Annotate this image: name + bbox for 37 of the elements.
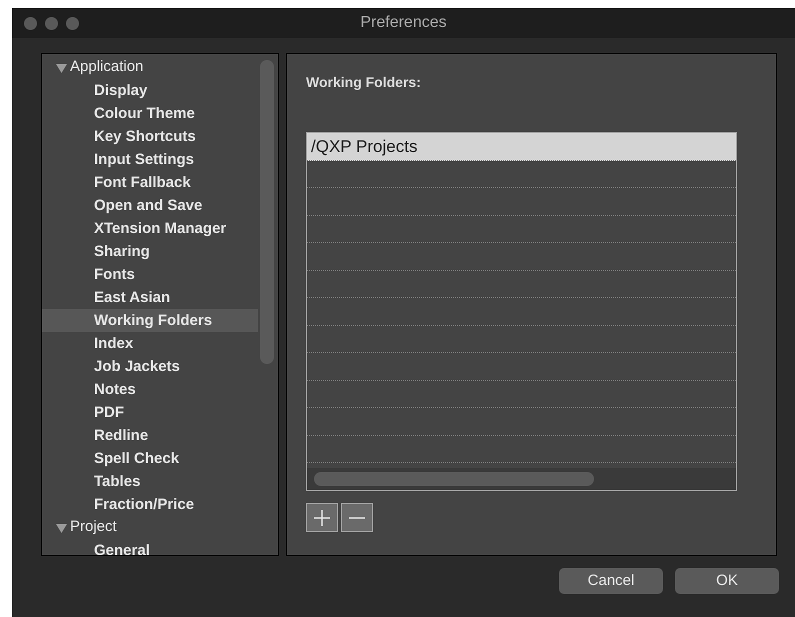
sidebar-item[interactable]: Colour Theme bbox=[42, 102, 258, 125]
sidebar-item[interactable]: Redline bbox=[42, 424, 258, 447]
sidebar-item[interactable]: East Asian bbox=[42, 286, 258, 309]
disclosure-triangle-icon[interactable] bbox=[56, 62, 67, 72]
sidebar-item[interactable]: Sharing bbox=[42, 240, 258, 263]
add-button[interactable] bbox=[306, 503, 338, 532]
sidebar-item[interactable]: Fonts bbox=[42, 263, 258, 286]
sidebar-item[interactable]: Font Fallback bbox=[42, 171, 258, 194]
sidebar-item[interactable]: Tables bbox=[42, 470, 258, 493]
ok-button[interactable]: OK bbox=[675, 568, 779, 594]
close-button[interactable] bbox=[24, 17, 37, 30]
section-heading: Working Folders: bbox=[306, 73, 422, 92]
sidebar-item[interactable]: Open and Save bbox=[42, 194, 258, 217]
folder-row[interactable]: /QXP Projects bbox=[307, 133, 736, 160]
minimize-button[interactable] bbox=[45, 17, 58, 30]
minus-icon bbox=[349, 516, 365, 518]
sidebar-item[interactable]: General bbox=[42, 539, 258, 555]
sidebar-item[interactable]: Job Jackets bbox=[42, 355, 258, 378]
plus-icon bbox=[314, 510, 330, 526]
sidebar-item[interactable]: Working Folders bbox=[42, 309, 258, 332]
sidebar-category[interactable]: Application bbox=[70, 56, 144, 79]
sidebar-item[interactable]: Display bbox=[42, 79, 258, 102]
zoom-button[interactable] bbox=[66, 17, 79, 30]
scrollbar-thumb[interactable] bbox=[314, 472, 594, 486]
disclosure-triangle-icon[interactable] bbox=[56, 522, 67, 532]
sidebar-item[interactable]: Notes bbox=[42, 378, 258, 401]
sidebar-item[interactable]: Spell Check bbox=[42, 447, 258, 470]
sidebar-item[interactable]: PDF bbox=[42, 401, 258, 424]
window-title: Preferences bbox=[360, 13, 447, 33]
cancel-button[interactable]: Cancel bbox=[559, 568, 663, 594]
sidebar-item[interactable]: Fraction/Price bbox=[42, 493, 258, 516]
remove-button[interactable] bbox=[341, 503, 373, 532]
sidebar-item[interactable]: Index bbox=[42, 332, 258, 355]
sidebar-item[interactable]: Key Shortcuts bbox=[42, 125, 258, 148]
sidebar-category[interactable]: Project bbox=[70, 516, 117, 539]
sidebar-item[interactable]: Input Settings bbox=[42, 148, 258, 171]
sidebar-item[interactable]: XTension Manager bbox=[42, 217, 258, 240]
